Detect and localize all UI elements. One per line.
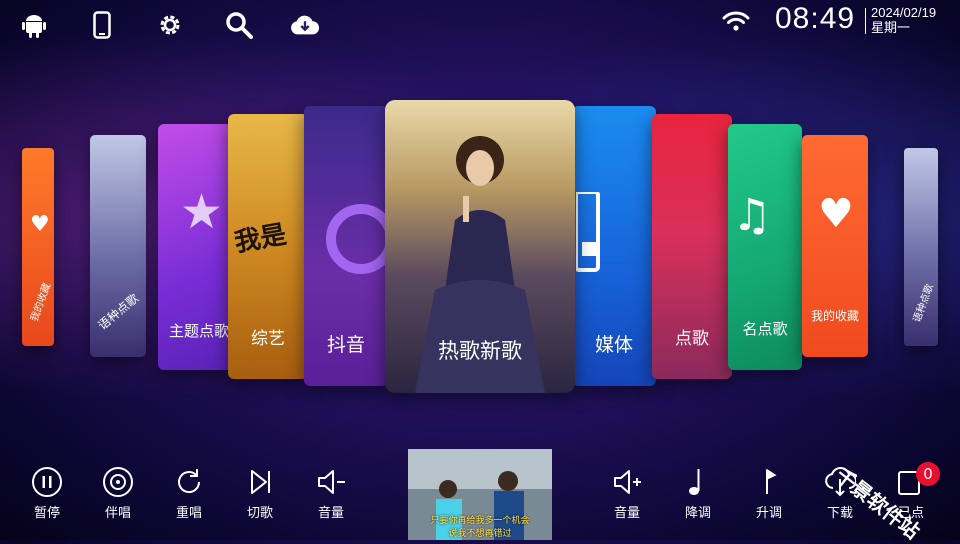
card-label: 我的收藏: [29, 281, 54, 324]
show-logo: 我是: [232, 219, 289, 259]
sd-card-icon: [576, 192, 600, 272]
replay-icon: [178, 469, 201, 494]
card-favorites-right[interactable]: ♥ 我的收藏: [802, 135, 868, 357]
pause-icon: [32, 467, 62, 497]
note-up-icon: [766, 468, 777, 494]
card-label: 名点歌: [742, 320, 788, 338]
skip-label: 切歌: [246, 506, 273, 521]
pitch-down-label: 降调: [684, 506, 711, 521]
skip-button[interactable]: 切歌: [230, 466, 290, 521]
card-label: 抖音: [326, 334, 365, 356]
accompaniment-label: 伴唱: [104, 506, 131, 521]
phone-icon[interactable]: [87, 10, 117, 40]
douyin-logo-icon: [326, 204, 388, 274]
star-icon: ★: [180, 184, 224, 240]
replay-button[interactable]: 重唱: [159, 466, 219, 521]
pause-button[interactable]: 暂停: [17, 466, 77, 521]
heart-icon: ♥: [818, 191, 854, 237]
clock-separator: [865, 8, 866, 34]
accompaniment-button[interactable]: 伴唱: [88, 466, 148, 521]
date-text: 2024/02/19: [871, 5, 937, 20]
pitch-down-button[interactable]: 降调: [668, 466, 728, 521]
card-douyin[interactable]: 抖音: [304, 106, 388, 386]
card-label: 综艺: [251, 329, 285, 349]
card-language-right[interactable]: 语种点歌: [904, 148, 938, 346]
card-singer[interactable]: 点歌: [652, 114, 732, 379]
card-label: 点歌: [675, 329, 709, 349]
lyric-line-2: 说我不想再错过: [448, 529, 512, 539]
card-language-left[interactable]: 语种点歌: [90, 135, 146, 357]
skip-icon: [251, 470, 270, 494]
card-label: 语种点歌: [911, 282, 936, 325]
clock: 08:49: [775, 2, 856, 35]
wifi-icon: [721, 6, 751, 36]
search-icon[interactable]: [224, 10, 254, 40]
volume-up-icon: [614, 470, 641, 494]
replay-label: 重唱: [175, 506, 202, 521]
card-favorites-left[interactable]: ♥ 我的收藏: [22, 148, 54, 346]
settings-icon[interactable]: [155, 10, 185, 40]
card-label: 我的收藏: [810, 309, 859, 323]
android-icon[interactable]: [19, 10, 49, 40]
card-theme[interactable]: ★ 主题点歌: [158, 124, 232, 370]
card-media[interactable]: 媒体: [572, 106, 656, 386]
volume-up-button[interactable]: 音量: [597, 466, 657, 521]
card-rank[interactable]: ♫ 名点歌: [728, 124, 802, 370]
video-preview[interactable]: 只要你再给我多一个机会 说我不想再错过: [408, 449, 552, 540]
card-label: 媒体: [594, 334, 633, 356]
volume-up-label: 音量: [613, 506, 640, 521]
music-note-icon: ♫: [732, 190, 772, 241]
volume-down-icon: [318, 470, 345, 494]
pause-label: 暂停: [33, 506, 60, 521]
volume-down-label: 音量: [317, 506, 344, 521]
card-label: 热歌新歌: [438, 339, 522, 363]
card-label: 主题点歌: [168, 322, 229, 340]
card-hot-songs[interactable]: 热歌新歌: [385, 100, 575, 393]
card-variety[interactable]: 我是 综艺: [228, 114, 308, 379]
volume-down-button[interactable]: 音量: [301, 466, 361, 521]
lyric-line-1: 只要你再给我多一个机会: [430, 516, 530, 526]
disc-icon: [103, 467, 133, 497]
cloud-download-icon[interactable]: [290, 10, 320, 40]
queue-count-badge: 0: [916, 462, 940, 486]
card-label: 语种点歌: [95, 291, 142, 333]
pitch-up-button[interactable]: 升调: [739, 466, 799, 521]
date-display: 2024/02/19 星期一: [871, 5, 936, 35]
heart-icon: ♥: [30, 212, 50, 237]
pitch-up-label: 升调: [755, 506, 782, 521]
weekday-text: 星期一: [871, 20, 911, 35]
note-down-icon: [689, 469, 700, 495]
